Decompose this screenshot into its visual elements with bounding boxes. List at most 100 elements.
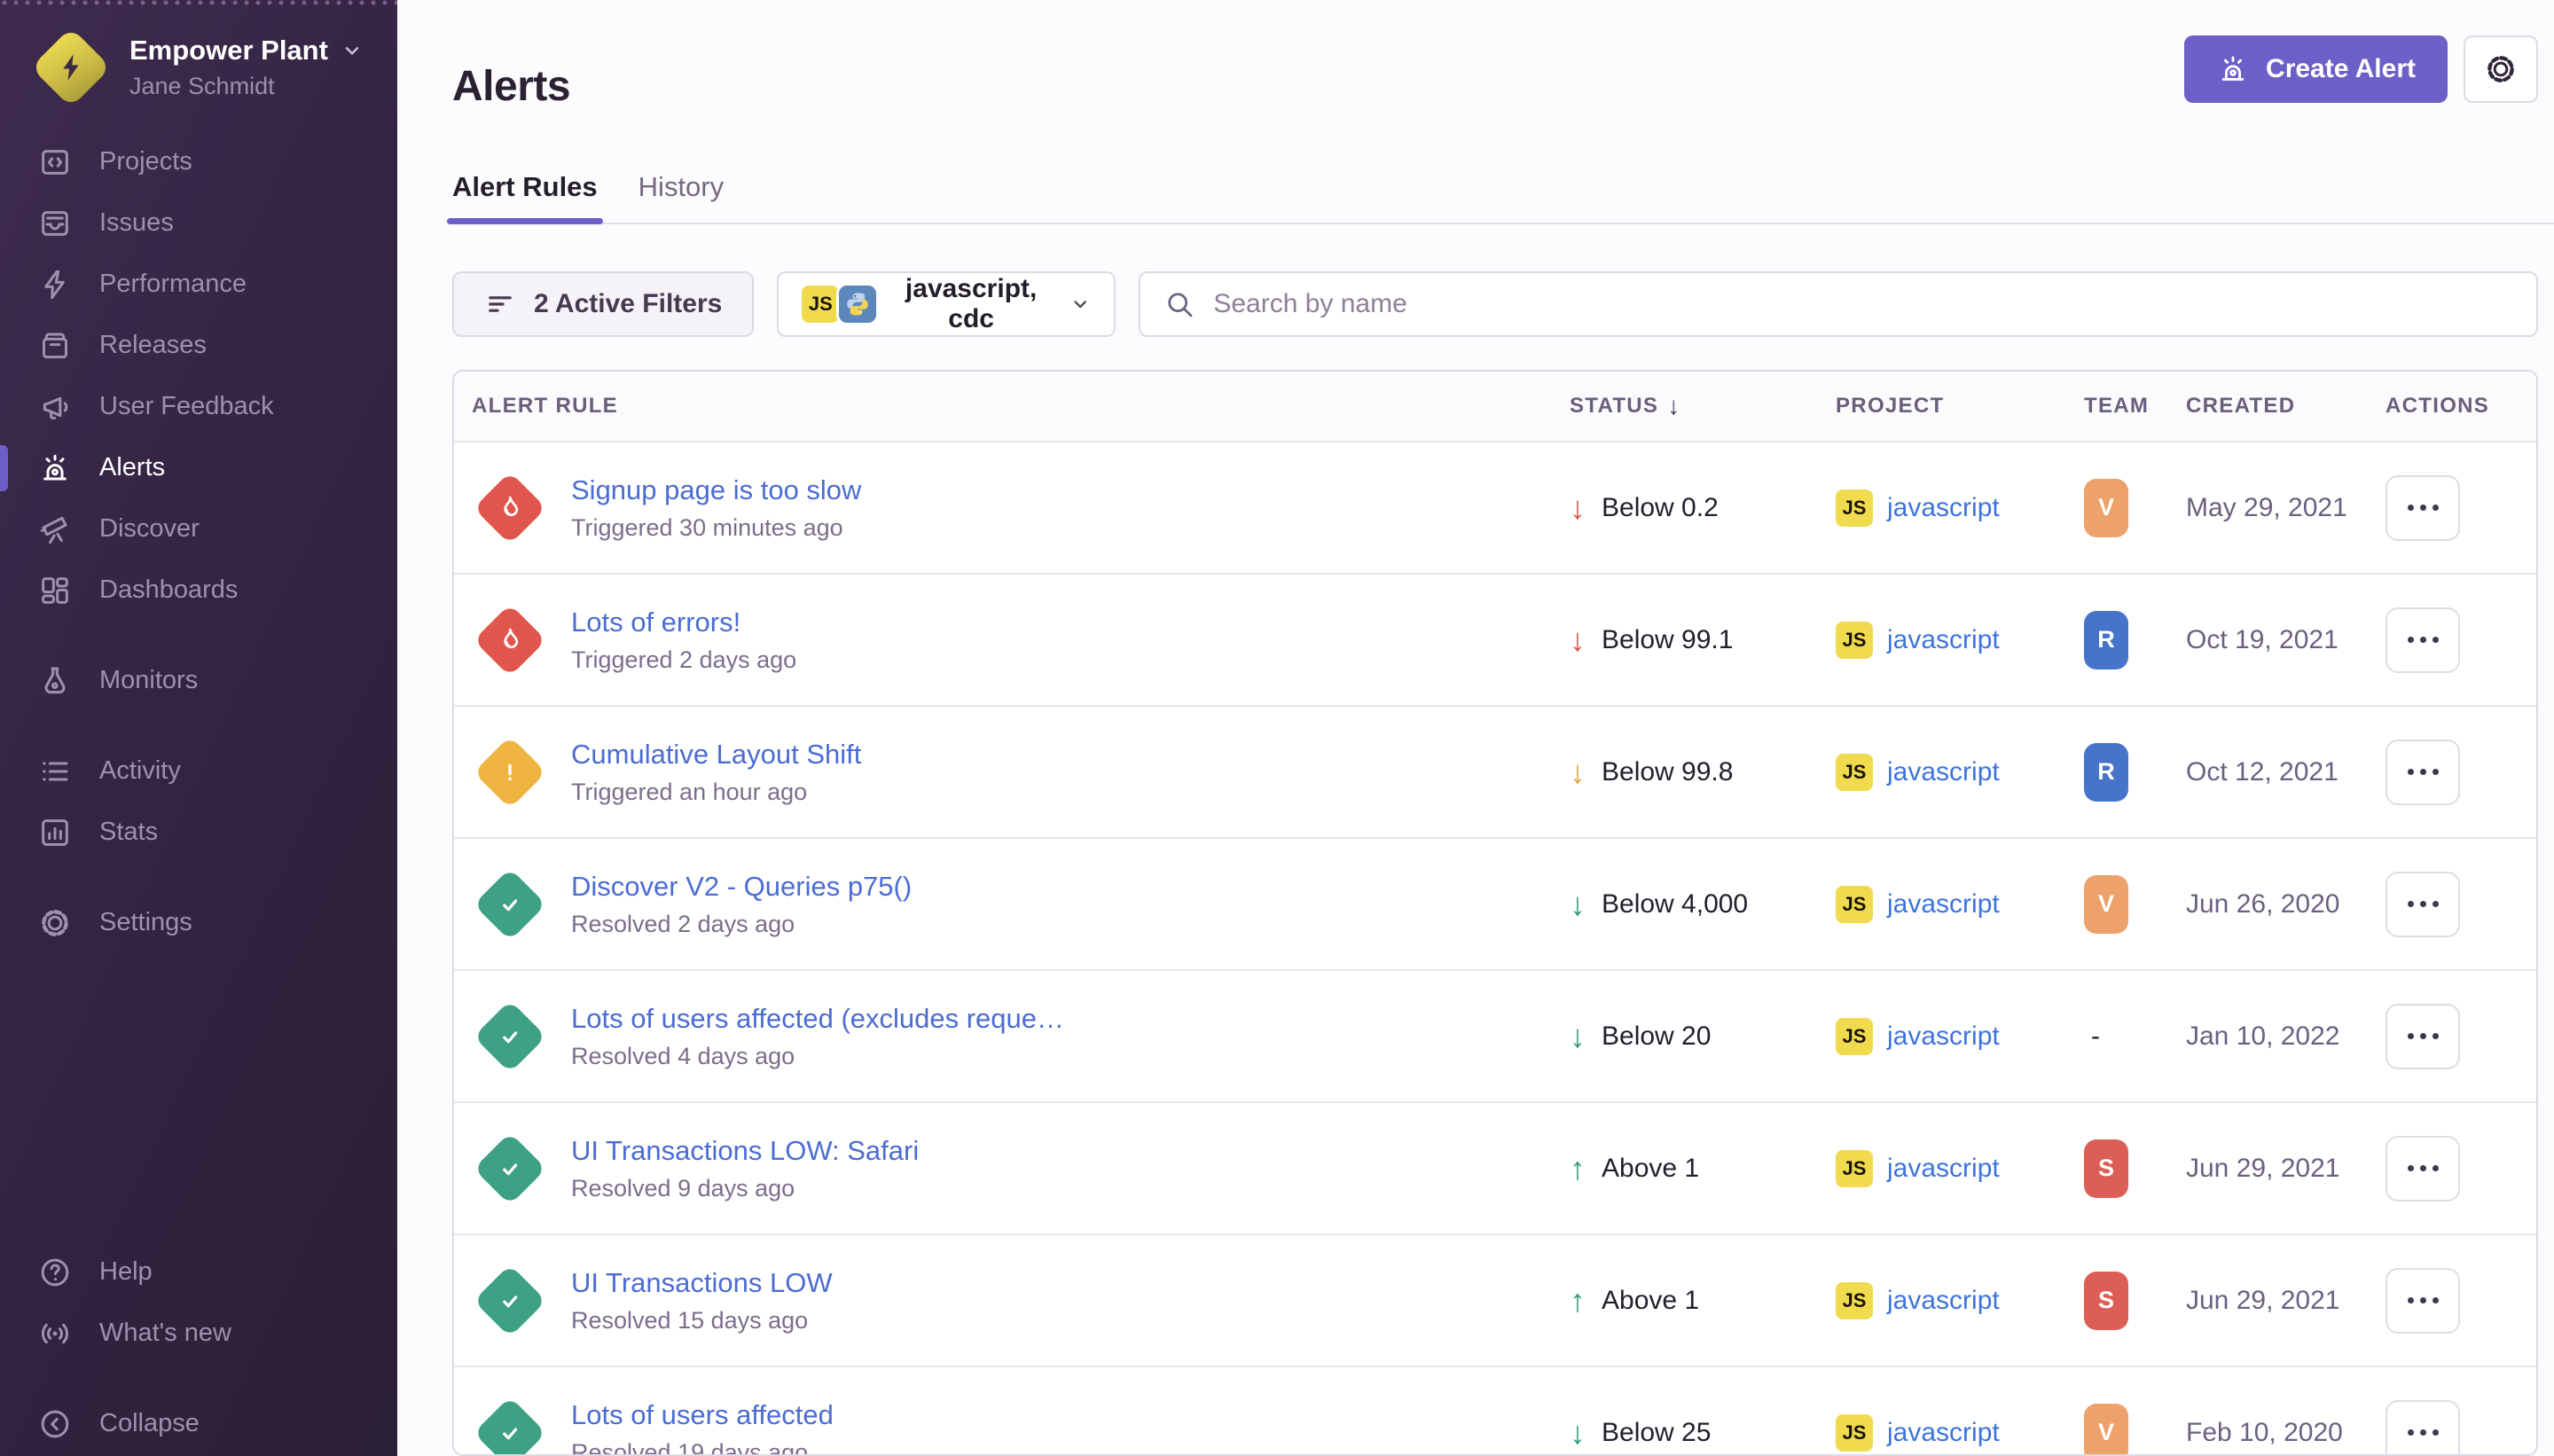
sidebar-item-help[interactable]: Help — [0, 1241, 397, 1303]
feedback-icon — [37, 389, 73, 425]
sort-descending-icon: ↓ — [1667, 392, 1680, 420]
activity-icon — [37, 754, 73, 789]
org-name: Empower Plant — [129, 35, 364, 67]
settings-icon — [37, 905, 73, 941]
column-header-created: Created — [2186, 394, 2386, 419]
sidebar-item-whats-new[interactable]: What's new — [0, 1303, 397, 1364]
alert-rule-link[interactable]: UI Transactions LOW: Safari — [571, 1135, 919, 1167]
search-input[interactable] — [1211, 288, 2513, 320]
column-header-project: Project — [1836, 394, 2084, 419]
project-link[interactable]: javascript — [1887, 1418, 2000, 1448]
sidebar-item-performance[interactable]: Performance — [0, 254, 397, 315]
team-avatar: V — [2084, 875, 2128, 934]
project-link[interactable]: javascript — [1887, 1286, 2000, 1316]
team-cell: V — [2084, 1404, 2186, 1456]
org-switcher[interactable]: Empower Plant Jane Schmidt — [0, 0, 397, 101]
javascript-platform-icon: JS — [1836, 1414, 1873, 1452]
active-filters-button[interactable]: 2 Active Filters — [452, 271, 754, 337]
project-link[interactable]: javascript — [1887, 493, 2000, 523]
monitors-icon — [37, 663, 73, 699]
sidebar-item-collapse[interactable]: Collapse — [0, 1393, 397, 1454]
alert-rule-status-text: Resolved 4 days ago — [571, 1043, 1064, 1070]
python-platform-icon — [839, 286, 876, 323]
alerts-settings-button[interactable] — [2464, 35, 2538, 103]
team-cell: S — [2084, 1139, 2186, 1198]
status-cell: ↓ Below 20 — [1570, 1021, 1836, 1053]
page-header: Alerts Create Alert — [452, 0, 2538, 139]
sidebar-item-releases[interactable]: Releases — [0, 315, 397, 376]
trend-arrow-icon: ↑ — [1570, 1153, 1586, 1185]
issues-icon — [37, 206, 73, 241]
row-actions-button[interactable] — [2386, 1136, 2460, 1202]
table-row: Lots of errors! Triggered 2 days ago ↓ B… — [454, 575, 2536, 707]
project-link[interactable]: javascript — [1887, 1154, 2000, 1184]
create-alert-button[interactable]: Create Alert — [2184, 35, 2448, 103]
project-cell: JS javascript — [1836, 1018, 2084, 1055]
table-body: Signup page is too slow Triggered 30 min… — [454, 442, 2536, 1456]
severity-icon — [474, 1397, 546, 1456]
sidebar-item-dashboards[interactable]: Dashboards — [0, 560, 397, 621]
created-cell: Jun 29, 2021 — [2186, 1154, 2386, 1184]
javascript-platform-icon: JS — [1836, 754, 1873, 791]
filter-icon — [484, 288, 516, 320]
sidebar-item-user-feedback[interactable]: User Feedback — [0, 376, 397, 437]
projects-icon — [37, 145, 73, 180]
table-row: UI Transactions LOW: Safari Resolved 9 d… — [454, 1103, 2536, 1235]
alert-rule-status-text: Triggered 30 minutes ago — [571, 514, 861, 542]
alert-rule-link[interactable]: Signup page is too slow — [571, 474, 861, 506]
alert-rule-link[interactable]: Lots of errors! — [571, 607, 796, 638]
row-actions-button[interactable] — [2386, 1400, 2460, 1456]
column-header-status[interactable]: Status ↓ — [1570, 392, 1836, 420]
table-row: Signup page is too slow Triggered 30 min… — [454, 442, 2536, 575]
team-avatar: S — [2084, 1272, 2128, 1330]
project-cell: JS javascript — [1836, 1282, 2084, 1319]
project-selector-dropdown[interactable]: JS javascript, cdc — [777, 271, 1116, 337]
sidebar-item-discover[interactable]: Discover — [0, 498, 397, 560]
sidebar-item-monitors[interactable]: Monitors — [0, 650, 397, 711]
team-avatar: S — [2084, 1139, 2128, 1198]
status-cell: ↓ Below 99.1 — [1570, 624, 1836, 656]
severity-icon — [474, 1264, 546, 1337]
project-cell: JS javascript — [1836, 1150, 2084, 1187]
releases-icon — [37, 328, 73, 364]
main-content: Alerts Create Alert Alert Rules History … — [397, 0, 2554, 1456]
row-actions-button[interactable] — [2386, 1004, 2460, 1069]
siren-icon — [2216, 52, 2250, 86]
stats-icon — [37, 815, 73, 850]
severity-icon — [474, 1132, 546, 1205]
project-link[interactable]: javascript — [1887, 1022, 2000, 1052]
alert-rule-link[interactable]: Lots of users affected — [571, 1399, 834, 1431]
performance-icon — [37, 267, 73, 302]
sidebar-item-stats[interactable]: Stats — [0, 802, 397, 863]
project-link[interactable]: javascript — [1887, 757, 2000, 787]
alert-rule-link[interactable]: Cumulative Layout Shift — [571, 739, 861, 771]
tab-history[interactable]: History — [638, 171, 724, 223]
row-actions-button[interactable] — [2386, 1268, 2460, 1334]
project-link[interactable]: javascript — [1887, 625, 2000, 655]
sidebar-item-settings[interactable]: Settings — [0, 892, 397, 953]
row-actions-button[interactable] — [2386, 872, 2460, 937]
chevron-down-icon — [341, 39, 364, 62]
row-actions-button[interactable] — [2386, 475, 2460, 541]
alert-rule-link[interactable]: Discover V2 - Queries p75() — [571, 871, 912, 903]
row-actions-button[interactable] — [2386, 740, 2460, 805]
project-link[interactable]: javascript — [1887, 889, 2000, 920]
alert-rule-link[interactable]: Lots of users affected (excludes reque… — [571, 1003, 1064, 1035]
tab-alert-rules[interactable]: Alert Rules — [452, 171, 598, 223]
dashboards-icon — [37, 573, 73, 608]
app-root: Empower Plant Jane Schmidt Projects Issu… — [0, 0, 2554, 1456]
search-box — [1139, 271, 2538, 337]
sidebar-item-projects[interactable]: Projects — [0, 131, 397, 192]
alert-rule-status-text: Resolved 9 days ago — [571, 1175, 919, 1202]
trend-arrow-icon: ↓ — [1570, 756, 1586, 788]
alert-rule-link[interactable]: UI Transactions LOW — [571, 1267, 833, 1299]
sidebar-item-alerts[interactable]: Alerts — [0, 437, 397, 498]
team-avatar: R — [2084, 743, 2128, 802]
team-cell: - — [2084, 1022, 2186, 1052]
severity-icon — [474, 604, 546, 677]
sidebar-item-activity[interactable]: Activity — [0, 740, 397, 802]
row-actions-button[interactable] — [2386, 607, 2460, 673]
table-row: Lots of users affected (excludes reque… … — [454, 971, 2536, 1103]
tab-bar: Alert Rules History — [452, 171, 2554, 224]
sidebar-item-issues[interactable]: Issues — [0, 192, 397, 254]
